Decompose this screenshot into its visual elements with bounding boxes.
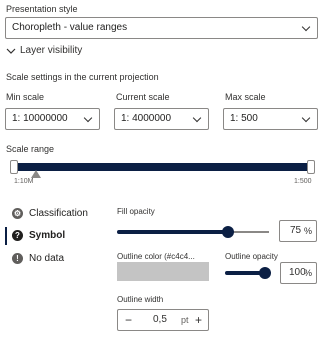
scale-range-label: Scale range xyxy=(6,144,55,154)
current-scale-label: Current scale xyxy=(116,92,170,102)
chevron-down-icon xyxy=(83,113,93,123)
sidebar-active-indicator xyxy=(5,227,7,245)
presentation-style-value: Choropleth - value ranges xyxy=(12,22,128,33)
chevron-down-icon xyxy=(301,22,311,32)
outline-width-unit: pt xyxy=(181,315,189,325)
outline-opacity-unit: % xyxy=(303,268,312,278)
max-scale-dropdown[interactable]: 1: 500 xyxy=(223,108,318,130)
question-icon: ? xyxy=(12,230,23,241)
scale-range-min-handle[interactable] xyxy=(10,160,18,174)
outline-width-label: Outline width xyxy=(117,295,164,304)
outline-opacity-label: Outline opacity xyxy=(225,252,278,261)
sidebar-item-label: Symbol xyxy=(29,230,66,241)
max-scale-label: Max scale xyxy=(225,92,266,102)
presentation-style-label: Presentation style xyxy=(6,4,78,14)
scale-range-max-handle[interactable] xyxy=(307,160,315,174)
current-scale-marker-icon xyxy=(31,170,41,178)
fill-opacity-track-active xyxy=(117,230,228,234)
sidebar-item-label: No data xyxy=(29,253,65,264)
outline-opacity-slider[interactable] xyxy=(225,267,271,279)
min-scale-dropdown[interactable]: 1: 10000000 xyxy=(5,108,100,130)
chevron-down-icon xyxy=(192,113,202,123)
fill-opacity-value: 75 xyxy=(290,225,302,236)
increment-button[interactable]: + xyxy=(195,310,202,330)
sidebar-item-classification[interactable]: ⚙ Classification xyxy=(12,208,88,219)
outline-opacity-input[interactable]: 100 % xyxy=(280,262,317,284)
min-scale-value: 1: 10000000 xyxy=(12,113,68,124)
outline-width-stepper[interactable]: − 0,5 pt + xyxy=(117,309,209,331)
decrement-button[interactable]: − xyxy=(125,310,132,330)
outline-opacity-thumb[interactable] xyxy=(259,267,271,279)
chevron-down-icon xyxy=(301,113,311,123)
layer-visibility-toggle[interactable]: Layer visibility xyxy=(6,45,82,56)
outline-color-swatch[interactable] xyxy=(117,262,209,281)
fill-opacity-unit: % xyxy=(303,226,312,236)
outline-width-value: 0,5 xyxy=(153,314,167,325)
scale-range-tick-left: 1:10M xyxy=(14,178,34,185)
scale-range-tick-right: 1:500 xyxy=(294,178,312,185)
sidebar-item-symbol[interactable]: ? Symbol xyxy=(12,230,65,241)
gear-icon: ⚙ xyxy=(12,208,23,219)
sidebar-item-label: Classification xyxy=(29,208,88,219)
current-scale-dropdown[interactable]: 1: 4000000 xyxy=(114,108,209,130)
fill-opacity-input[interactable]: 75 % xyxy=(279,220,317,242)
fill-opacity-track-rest xyxy=(228,231,269,233)
current-scale-value: 1: 4000000 xyxy=(121,113,172,124)
layer-visibility-label: Layer visibility xyxy=(20,45,83,56)
fill-opacity-slider[interactable] xyxy=(117,226,269,238)
scale-range-slider[interactable] xyxy=(10,160,315,176)
fill-opacity-label: Fill opacity xyxy=(117,207,155,216)
outline-color-label: Outline color (#c4c4... xyxy=(117,252,195,261)
sidebar-item-no-data[interactable]: ! No data xyxy=(12,253,64,264)
scale-settings-title: Scale settings in the current projection xyxy=(6,72,159,82)
presentation-style-dropdown[interactable]: Choropleth - value ranges xyxy=(5,17,318,39)
scale-range-track xyxy=(13,163,312,171)
fill-opacity-thumb[interactable] xyxy=(222,226,234,238)
max-scale-value: 1: 500 xyxy=(230,113,258,124)
min-scale-label: Min scale xyxy=(6,92,45,102)
info-icon: ! xyxy=(12,253,23,264)
chevron-down-icon xyxy=(6,48,16,54)
